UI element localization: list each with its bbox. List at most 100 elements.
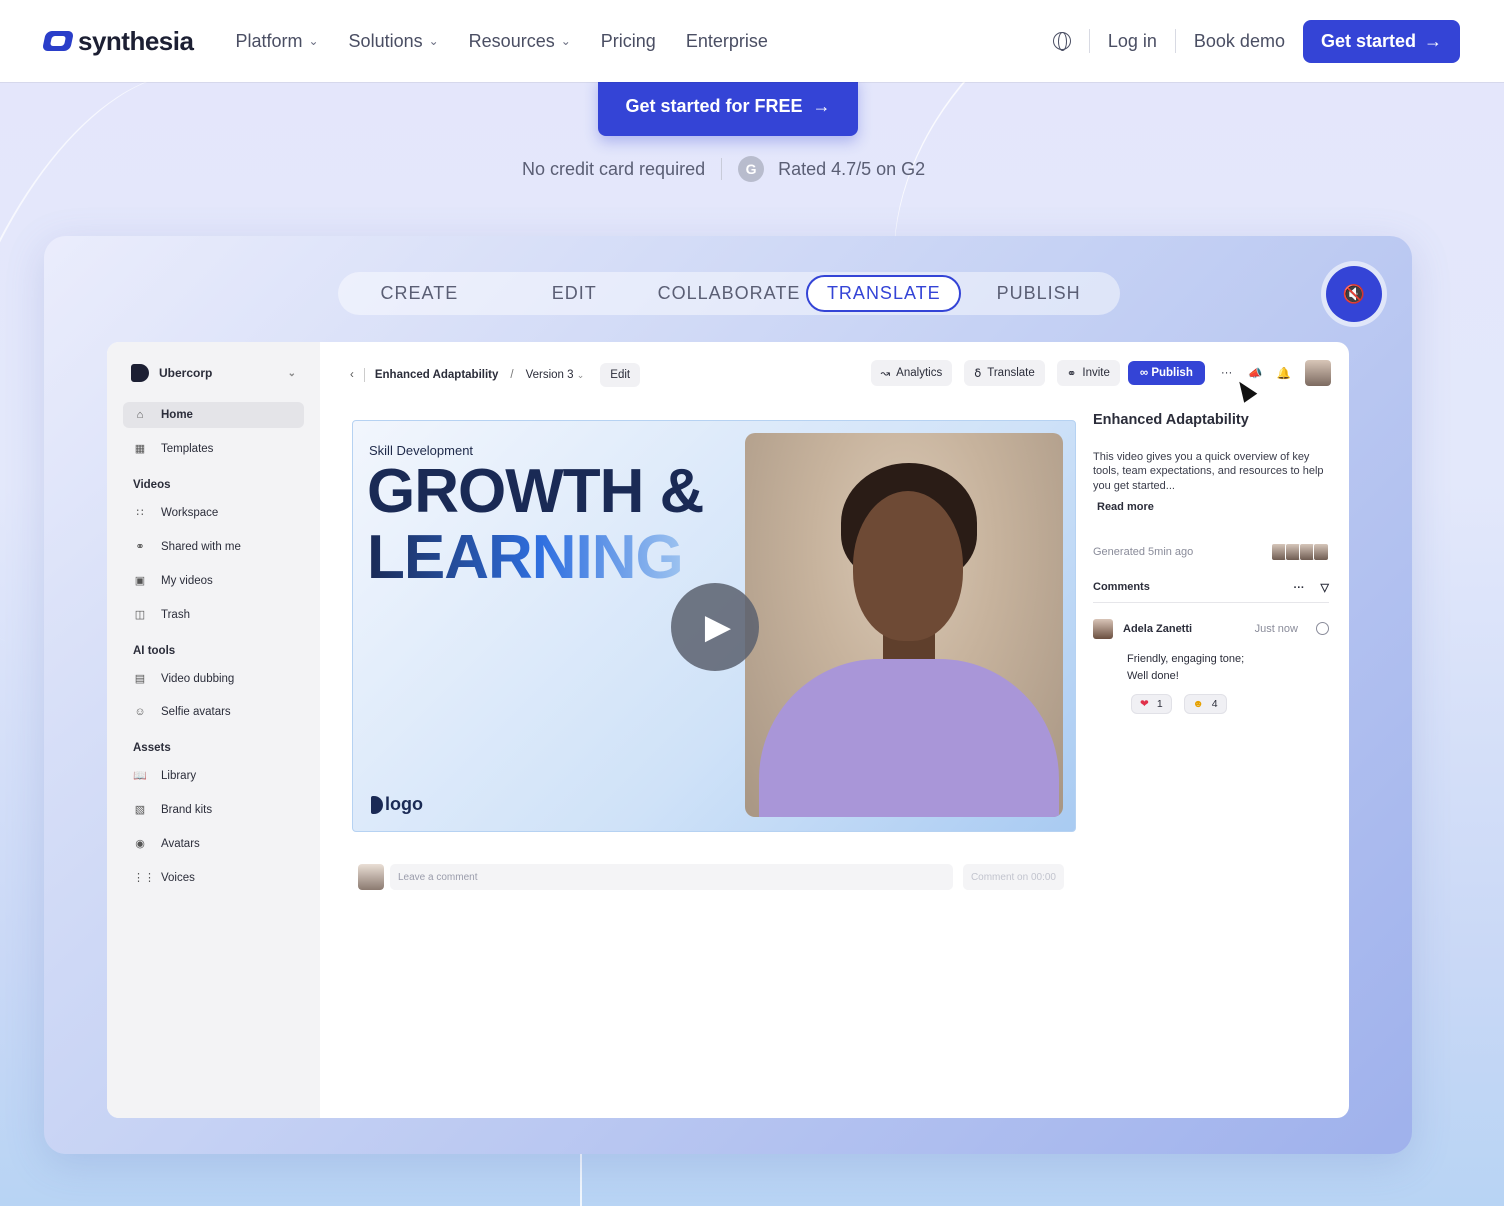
smile-icon: ☻	[1192, 698, 1204, 711]
nav-enterprise[interactable]: Enterprise	[686, 31, 768, 52]
heart-reaction[interactable]: ❤ 1	[1131, 694, 1172, 715]
get-started-button[interactable]: Get started →	[1302, 19, 1460, 63]
rating-text: Rated 4.7/5 on G2	[778, 158, 926, 179]
sidebar-item-label: Avatars	[161, 837, 200, 850]
comment-item: Adela Zanetti Just now	[1093, 618, 1329, 639]
video-preview[interactable]: Skill Development GROWTH & LEARNING logo…	[352, 420, 1076, 832]
sidebar-item-voices[interactable]: ⋮⋮ Voices	[123, 864, 304, 891]
top-navigation: synthesia Platform ⌄ Solutions ⌄ Resources…	[0, 0, 1504, 82]
link-icon: ∞	[1139, 367, 1149, 379]
megaphone-icon[interactable]: 📣	[1248, 366, 1262, 380]
sidebar-section-assets: Assets	[133, 742, 171, 754]
sidebar-item-avatars[interactable]: ◉ Avatars	[123, 830, 304, 857]
app-sidebar: Ubercorp ⌄ ⌂ Home ▦ Templates Videos ∷ Work…	[107, 342, 320, 1118]
get-started-free-button[interactable]: Get started for FREE →	[598, 76, 858, 136]
sidebar-item-label: Brand kits	[161, 803, 213, 816]
divider	[1174, 29, 1176, 53]
hero-meta: No credit card required G Rated 4.7/5 on…	[522, 156, 925, 182]
app-main: ‹ Enhanced Adaptability / Version 3 ⌄ Ed…	[320, 342, 1349, 1118]
more-options-icon[interactable]: ···	[1221, 367, 1233, 379]
video-title-line2: LEARNING	[367, 523, 684, 592]
nav-platform-label: Platform	[235, 30, 303, 51]
sidebar-item-home[interactable]: ⌂ Home	[123, 402, 304, 428]
play-button[interactable]: ▶	[671, 583, 759, 671]
comment-line: Friendly, engaging tone;	[1127, 652, 1245, 665]
lock-icon: ▣	[134, 575, 146, 587]
nav-platform[interactable]: Platform ⌄	[235, 31, 318, 52]
tab-edit[interactable]: EDIT	[497, 275, 652, 312]
nav-pricing[interactable]: Pricing	[601, 31, 656, 52]
comment-bar: Leave a comment Comment on 00:00	[358, 864, 1064, 890]
version-selector[interactable]: Version 3 ⌄	[526, 369, 585, 381]
user-avatar[interactable]	[1305, 360, 1331, 386]
nav-actions: Log in Book demo Get started →	[1052, 19, 1460, 63]
comments-header: Comments ··· ▽	[1093, 581, 1329, 603]
book-demo-link[interactable]: Book demo	[1194, 31, 1285, 52]
chevron-left-icon[interactable]: ‹	[350, 369, 354, 381]
comment-text: Friendly, engaging tone; Well done!	[1127, 651, 1329, 686]
invite-label: Invite	[1082, 367, 1110, 379]
tab-translate[interactable]: TRANSLATE	[806, 275, 962, 312]
sidebar-item-trash[interactable]: ◫ Trash	[123, 601, 304, 628]
org-switcher[interactable]: Ubercorp ⌄	[123, 358, 304, 402]
org-logo-icon	[131, 364, 149, 382]
breadcrumb-separator: /	[510, 369, 514, 381]
comment-input[interactable]: Leave a comment	[390, 864, 953, 890]
translate-button[interactable]: ẟ Translate	[964, 360, 1045, 386]
panel-description: This video gives you a quick overview of…	[1093, 451, 1324, 492]
breadcrumb-title[interactable]: Enhanced Adaptability	[375, 369, 499, 381]
sidebar-item-selfie[interactable]: ☺ Selfie avatars	[123, 699, 304, 725]
synthesia-logo[interactable]: synthesia	[41, 26, 194, 57]
smile-reaction[interactable]: ☻ 4	[1183, 694, 1227, 715]
details-panel: Enhanced Adaptability This video gives y…	[1093, 412, 1329, 715]
tab-publish[interactable]: PUBLISH	[961, 275, 1116, 312]
edit-button[interactable]: Edit	[600, 363, 641, 387]
dubbing-icon: ▤	[134, 673, 146, 685]
sidebar-item-label: Workspace	[161, 506, 219, 519]
tab-create[interactable]: CREATE	[342, 275, 497, 312]
tab-collaborate[interactable]: COLLABORATE	[652, 275, 807, 312]
play-icon: ▶	[704, 608, 732, 646]
brand-kit-icon: ▧	[134, 804, 146, 816]
globe-icon[interactable]	[1052, 32, 1071, 51]
feature-tabs: CREATE EDIT COLLABORATE TRANSLATE PUBLIS…	[338, 272, 1120, 315]
org-name: Ubercorp	[159, 366, 213, 380]
no-card-text: No credit card required	[522, 158, 706, 179]
login-link[interactable]: Log in	[1108, 31, 1157, 52]
user-circle-icon: ◉	[135, 838, 145, 850]
divider	[721, 158, 723, 180]
chevron-down-icon: ⌄	[560, 34, 571, 48]
publish-button[interactable]: ∞ Publish	[1127, 361, 1205, 385]
sidebar-item-my-videos[interactable]: ▣ My videos	[123, 567, 304, 594]
video-logo-text: logo	[385, 794, 423, 814]
analytics-label: Analytics	[896, 367, 943, 379]
nav-resources[interactable]: Resources ⌄	[469, 31, 571, 52]
sidebar-item-brand-kits[interactable]: ▧ Brand kits	[123, 796, 304, 823]
arrow-right-icon: →	[812, 95, 831, 116]
filter-icon[interactable]: ▽	[1321, 582, 1329, 594]
comments-label: Comments	[1093, 580, 1150, 593]
sidebar-item-library[interactable]: 📖 Library	[123, 762, 304, 789]
read-more-link[interactable]: Read more	[1097, 501, 1329, 513]
g2-icon: G	[738, 156, 765, 182]
invite-button[interactable]: ⚭ Invite	[1056, 360, 1120, 386]
resolve-check-icon[interactable]	[1316, 622, 1329, 636]
sidebar-item-dubbing[interactable]: ▤ Video dubbing	[123, 665, 304, 692]
waveform-icon: ⋮⋮	[133, 872, 155, 884]
bell-icon[interactable]: 🔔	[1277, 366, 1291, 380]
sidebar-item-label: Voices	[161, 871, 195, 884]
nav-solutions[interactable]: Solutions ⌄	[349, 31, 439, 52]
topbar-actions: ↝ Analytics ẟ Translate ⚭ Invite ∞ Publish …	[867, 360, 1331, 386]
comment-submit-button[interactable]: Comment on 00:00	[962, 864, 1064, 890]
comment-author: Adela Zanetti	[1123, 622, 1193, 635]
version-label: Version 3	[525, 369, 574, 381]
analytics-button[interactable]: ↝ Analytics	[870, 360, 953, 386]
more-options-icon[interactable]: ···	[1294, 582, 1305, 594]
sidebar-item-templates[interactable]: ▦ Templates	[123, 435, 304, 462]
chevron-down-icon: ⌄	[308, 34, 319, 48]
sidebar-item-shared[interactable]: ⚭ Shared with me	[123, 533, 304, 560]
presenter-sweater	[759, 659, 1059, 817]
sidebar-item-workspace[interactable]: ∷ Workspace	[123, 499, 304, 526]
mute-button[interactable]: 🔇	[1326, 266, 1382, 322]
video-logo: logo	[371, 794, 423, 815]
